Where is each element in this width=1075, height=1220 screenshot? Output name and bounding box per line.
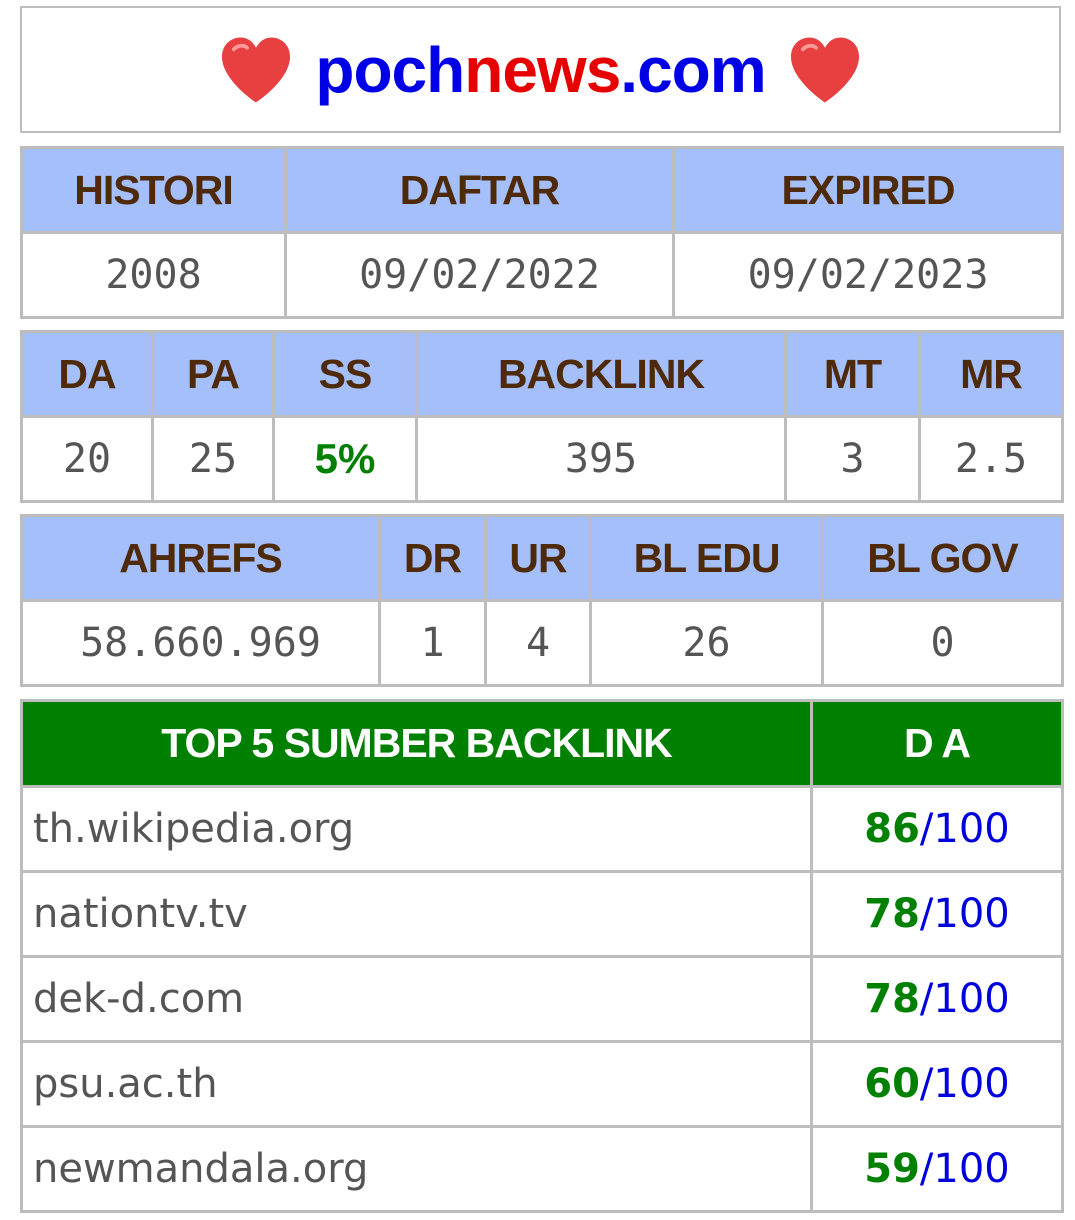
da-score: 78 — [864, 976, 920, 1022]
da-separator: / — [919, 1061, 934, 1107]
source-site: newmandala.org — [20, 1125, 813, 1213]
registration-table: HISTORI DAFTAR EXPIRED 2008 09/02/2022 0… — [20, 146, 1064, 319]
da-max: 100 — [933, 1061, 1010, 1107]
value-ss: 5% — [272, 415, 418, 503]
value-expired: 09/02/2023 — [672, 231, 1064, 319]
da-separator: / — [919, 806, 934, 852]
header-da-score: D A — [810, 699, 1064, 788]
source-site: psu.ac.th — [20, 1040, 813, 1128]
value-mt: 3 — [784, 415, 921, 503]
da-separator: / — [919, 976, 934, 1022]
header-bl-edu: BL EDU — [589, 514, 824, 602]
table-row: newmandala.org 59/100 — [20, 1125, 1064, 1213]
da-max: 100 — [933, 976, 1010, 1022]
value-ahrefs: 58.660.969 — [20, 599, 381, 687]
source-da: 86/100 — [810, 785, 1064, 873]
da-score: 86 — [864, 806, 920, 852]
source-da: 78/100 — [810, 870, 1064, 958]
heart-icon — [222, 36, 291, 103]
da-max: 100 — [933, 891, 1010, 937]
header-backlink: BACKLINK — [415, 330, 787, 418]
table-row: th.wikipedia.org 86/100 — [20, 785, 1064, 873]
header-daftar: DAFTAR — [284, 146, 675, 234]
table-row: dek-d.com 78/100 — [20, 955, 1064, 1043]
source-da: 59/100 — [810, 1125, 1064, 1213]
value-mr: 2.5 — [918, 415, 1064, 503]
source-site: th.wikipedia.org — [20, 785, 813, 873]
source-da: 78/100 — [810, 955, 1064, 1043]
site-domain: pochnews.com — [315, 38, 766, 102]
da-score: 59 — [864, 1146, 920, 1192]
value-ur: 4 — [484, 599, 592, 687]
header-mt: MT — [784, 330, 921, 418]
ahrefs-table: AHREFS DR UR BL EDU BL GOV 58.660.969 1 … — [20, 514, 1064, 687]
header-ahrefs: AHREFS — [20, 514, 381, 602]
domain-prefix: poch — [315, 33, 465, 106]
header-pa: PA — [151, 330, 275, 418]
value-bl-gov: 0 — [821, 599, 1064, 687]
site-title-banner: pochnews.com — [20, 6, 1061, 133]
source-da: 60/100 — [810, 1040, 1064, 1128]
header-histori: HISTORI — [20, 146, 287, 234]
domain-suffix: .com — [620, 33, 766, 106]
header-da: DA — [20, 330, 154, 418]
header-bl-gov: BL GOV — [821, 514, 1064, 602]
table-row: psu.ac.th 60/100 — [20, 1040, 1064, 1128]
value-bl-edu: 26 — [589, 599, 824, 687]
top-backlink-sources-table: TOP 5 SUMBER BACKLINK D A th.wikipedia.o… — [20, 699, 1064, 1213]
metrics-table: DA PA SS BACKLINK MT MR 20 25 5% 395 3 2… — [20, 330, 1064, 503]
value-daftar: 09/02/2022 — [284, 231, 675, 319]
header-expired: EXPIRED — [672, 146, 1064, 234]
da-score: 60 — [864, 1061, 920, 1107]
value-histori: 2008 — [20, 231, 287, 319]
header-dr: DR — [378, 514, 487, 602]
source-site: dek-d.com — [20, 955, 813, 1043]
header-ur: UR — [484, 514, 592, 602]
header-top-sources: TOP 5 SUMBER BACKLINK — [20, 699, 813, 788]
value-dr: 1 — [378, 599, 487, 687]
da-separator: / — [919, 891, 934, 937]
value-pa: 25 — [151, 415, 275, 503]
header-ss: SS — [272, 330, 418, 418]
da-score: 78 — [864, 891, 920, 937]
da-max: 100 — [933, 806, 1010, 852]
value-da: 20 — [20, 415, 154, 503]
da-max: 100 — [933, 1146, 1010, 1192]
source-site: nationtv.tv — [20, 870, 813, 958]
value-backlink: 395 — [415, 415, 787, 503]
heart-icon — [790, 36, 859, 103]
table-row: nationtv.tv 78/100 — [20, 870, 1064, 958]
da-separator: / — [919, 1146, 934, 1192]
header-mr: MR — [918, 330, 1064, 418]
domain-mid: news — [464, 33, 621, 106]
